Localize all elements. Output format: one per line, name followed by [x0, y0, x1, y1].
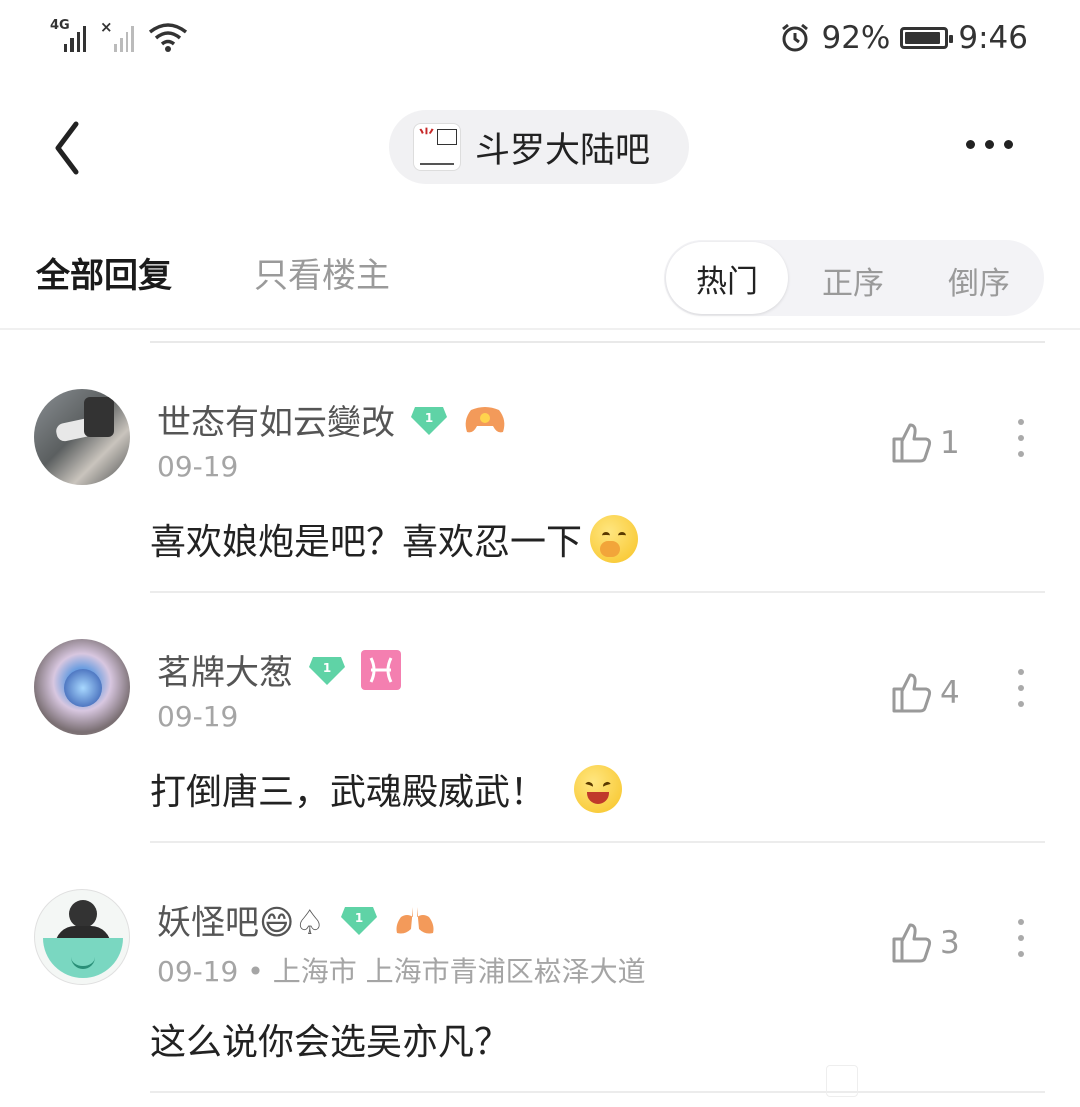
cellular-signal-2-icon: × — [100, 18, 134, 52]
no-signal-x-icon: × — [100, 18, 113, 36]
thumbs-up-icon — [892, 423, 932, 463]
comment-more-icon[interactable] — [1018, 669, 1024, 707]
like-count: 3 — [940, 925, 960, 961]
meta-separator-dot: • — [247, 955, 273, 988]
level-number: 1 — [425, 411, 433, 425]
forum-logo-mark: ⺌ — [418, 127, 435, 147]
comment-divider — [150, 1091, 1045, 1093]
avatar[interactable] — [34, 639, 130, 735]
wifi-icon — [148, 23, 188, 52]
comment-meta: 09-19 • 上海市 上海市青浦区崧泽大道 — [157, 950, 646, 990]
alarm-clock-icon — [782, 23, 809, 52]
username-row: 妖怪吧😄♤ 1 — [157, 895, 437, 944]
network-type-label: 4G — [50, 18, 70, 33]
username[interactable]: 世态有如云變改 — [157, 395, 395, 444]
comment-item: 妖怪吧😄♤ 1 09-19 • 上海市 上海市青浦区崧泽大道 这么说你会选吴亦凡… — [0, 843, 1080, 1093]
level-badge-icon: 1 — [409, 403, 449, 437]
comment-date: 09-19 — [157, 955, 239, 988]
sort-ascending-button[interactable]: 正序 — [822, 258, 884, 303]
comment-content: 喜欢娘炮是吧？喜欢忍一下 — [150, 513, 639, 565]
like-button[interactable]: 4 — [890, 671, 960, 715]
forum-logo: ⺌ — [413, 123, 461, 171]
comment-location: 上海市 上海市青浦区崧泽大道 — [272, 955, 646, 988]
cover-mouth-emoji — [590, 515, 639, 563]
thumbs-up-icon — [892, 673, 932, 713]
tab-all-replies[interactable]: 全部回复 — [36, 248, 172, 297]
level-badge-icon: 1 — [307, 653, 347, 687]
laughing-emoji — [574, 765, 623, 813]
battery-icon — [900, 27, 954, 49]
watermark-logo — [826, 1065, 858, 1097]
like-count: 1 — [940, 425, 960, 461]
comment-more-icon[interactable] — [1018, 919, 1024, 957]
comment-date: 09-19 — [157, 450, 239, 483]
cellular-signal-icon: 4G — [50, 18, 86, 52]
lungs-icon — [396, 906, 434, 933]
comment-content: 这么说你会选吴亦凡？ — [150, 1013, 510, 1065]
tab-op-only[interactable]: 只看楼主 — [254, 248, 390, 297]
level-badge-icon: 1 — [339, 903, 379, 937]
thumbs-up-icon — [892, 923, 932, 963]
comment-item: 茗牌大葱 1 09-19 打倒唐三，武魂殿威武！ 4 — [0, 593, 1080, 843]
level-number: 1 — [323, 661, 331, 675]
clock-time: 9:46 — [958, 20, 1028, 56]
forum-name: 斗罗大陆吧 — [475, 130, 651, 171]
comment-text: 这么说你会选吴亦凡？ — [150, 1022, 511, 1063]
like-button[interactable]: 1 — [890, 421, 960, 465]
gamepad-icon — [465, 406, 505, 432]
sort-descending-button[interactable]: 倒序 — [948, 258, 1010, 303]
like-count: 4 — [940, 675, 960, 711]
sort-segmented-control: 热门 正序 倒序 — [664, 240, 1044, 316]
battery-percent: 92% — [821, 20, 891, 56]
username-row: 茗牌大葱 1 — [157, 645, 401, 694]
username[interactable]: 妖怪吧😄♤ — [157, 895, 325, 944]
comment-date: 09-19 — [157, 700, 239, 733]
comment-text: 喜欢娘炮是吧？喜欢忍一下 — [150, 522, 583, 563]
status-right-group: 92% 9:46 — [779, 20, 1028, 56]
comment-item: 世态有如云變改 1 09-19 喜欢娘炮是吧？喜欢忍一下 1 — [0, 343, 1080, 593]
like-button[interactable]: 3 — [890, 921, 960, 965]
header-divider — [0, 328, 1080, 330]
comment-more-icon[interactable] — [1018, 419, 1024, 457]
level-number: 1 — [355, 911, 363, 925]
pisces-icon — [361, 649, 401, 690]
username[interactable]: 茗牌大葱 — [157, 645, 293, 694]
comment-content: 打倒唐三，武魂殿威武！ — [150, 763, 623, 815]
comment-text: 打倒唐三，武魂殿威武！ — [150, 772, 547, 813]
sort-hot-button[interactable]: 热门 — [666, 242, 788, 314]
username-row: 世态有如云變改 1 — [157, 395, 507, 444]
back-arrow-icon[interactable] — [48, 118, 88, 178]
status-left-group: 4G × — [50, 18, 188, 52]
forum-title-pill[interactable]: ⺌ 斗罗大陆吧 — [389, 110, 689, 184]
avatar[interactable] — [34, 889, 130, 985]
more-options-icon[interactable] — [966, 140, 1013, 149]
status-bar: 4G × 92% 9:46 — [0, 0, 1080, 80]
avatar[interactable] — [34, 389, 130, 485]
